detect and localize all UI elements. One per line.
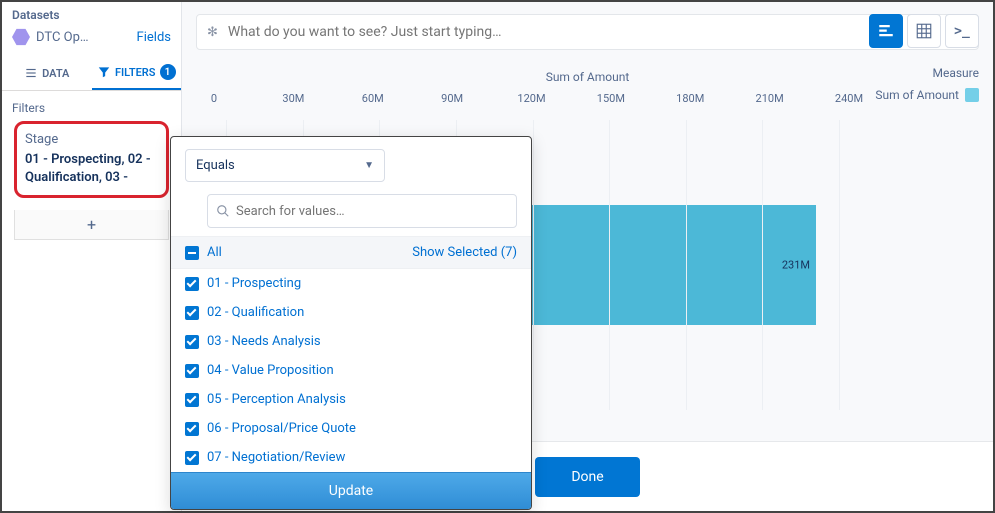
dataset-row[interactable]: DTC Op… Fields bbox=[2, 24, 181, 56]
option-label: 04 - Value Proposition bbox=[207, 363, 334, 378]
bar-chart-icon bbox=[877, 22, 895, 40]
checkbox-checked-icon bbox=[185, 306, 199, 320]
done-button[interactable]: Done bbox=[535, 457, 639, 497]
option-row[interactable]: 05 - Perception Analysis bbox=[171, 385, 531, 414]
axis-tick: 90M bbox=[441, 92, 463, 105]
partial-check-icon bbox=[185, 246, 199, 260]
add-filter-button[interactable]: + bbox=[14, 210, 169, 240]
option-row[interactable]: 06 - Proposal/Price Quote bbox=[171, 414, 531, 443]
filter-popover: Equals ▼ All Show Selected (7) 01 - Pros… bbox=[170, 136, 532, 510]
option-label: 05 - Perception Analysis bbox=[207, 392, 346, 407]
axis-tick: 120M bbox=[517, 92, 545, 105]
filter-count-badge: 1 bbox=[160, 64, 176, 80]
query-input[interactable] bbox=[228, 24, 936, 40]
gridline bbox=[533, 120, 534, 410]
popover-caret bbox=[170, 203, 171, 219]
operator-select[interactable]: Equals ▼ bbox=[185, 149, 385, 182]
chart-toolbar: >_ bbox=[869, 14, 979, 48]
datasets-heading: Datasets bbox=[2, 2, 181, 24]
update-button[interactable]: Update bbox=[171, 472, 531, 509]
checkbox-checked-icon bbox=[185, 335, 199, 349]
option-row[interactable]: 02 - Qualification bbox=[171, 298, 531, 327]
select-all-row[interactable]: All Show Selected (7) bbox=[171, 236, 531, 269]
show-selected-link[interactable]: Show Selected (7) bbox=[412, 245, 517, 260]
axis-tick: 0 bbox=[211, 92, 217, 105]
prompt-icon: >_ bbox=[954, 24, 970, 39]
option-row[interactable]: 04 - Value Proposition bbox=[171, 356, 531, 385]
operator-value: Equals bbox=[196, 158, 235, 173]
table-icon bbox=[915, 22, 933, 40]
left-panel: Datasets DTC Op… Fields DATA FILTERS 1 F… bbox=[2, 2, 182, 511]
all-label: All bbox=[207, 245, 222, 260]
checkbox-checked-icon bbox=[185, 393, 199, 407]
checkbox-checked-icon bbox=[185, 364, 199, 378]
filter-values: 01 - Prospecting, 02 - Qualification, 03… bbox=[25, 151, 158, 187]
bar-value-label: 231M bbox=[782, 259, 810, 272]
option-label: 02 - Qualification bbox=[207, 305, 304, 320]
axis-tick: 180M bbox=[676, 92, 704, 105]
options-list: 01 - Prospecting 02 - Qualification 03 - N… bbox=[171, 269, 531, 472]
query-bar: ✻ bbox=[196, 14, 979, 50]
tab-filters-label: FILTERS bbox=[115, 66, 156, 79]
x-axis: 030M60M90M120M150M180M210M240M bbox=[214, 92, 849, 112]
option-row[interactable]: 03 - Needs Analysis bbox=[171, 327, 531, 356]
option-row[interactable]: 01 - Prospecting bbox=[171, 269, 531, 298]
axis-tick: 60M bbox=[362, 92, 384, 105]
fields-link[interactable]: Fields bbox=[137, 30, 171, 45]
gridline bbox=[686, 120, 687, 410]
filter-card-stage[interactable]: Stage 01 - Prospecting, 02 - Qualificati… bbox=[14, 121, 169, 198]
gridline bbox=[609, 120, 610, 410]
bar-chart-button[interactable] bbox=[869, 14, 903, 48]
axis-tick: 210M bbox=[756, 92, 784, 105]
checkbox-checked-icon bbox=[185, 422, 199, 436]
spark-icon: ✻ bbox=[207, 25, 218, 40]
chevron-down-icon: ▼ bbox=[364, 160, 374, 171]
option-row[interactable]: 07 - Negotiation/Review bbox=[171, 443, 531, 472]
value-search-input[interactable] bbox=[230, 204, 508, 219]
option-label: 07 - Negotiation/Review bbox=[207, 450, 345, 465]
tab-filters[interactable]: FILTERS 1 bbox=[92, 56, 182, 90]
tab-data-label: DATA bbox=[42, 67, 69, 80]
list-icon bbox=[24, 66, 38, 80]
chart-title: Sum of Amount bbox=[196, 70, 979, 84]
value-search-wrap bbox=[207, 194, 517, 228]
search-icon bbox=[216, 204, 230, 218]
option-label: 03 - Needs Analysis bbox=[207, 334, 321, 349]
filter-icon bbox=[97, 65, 111, 79]
filter-title: Stage bbox=[25, 132, 158, 147]
option-label: 06 - Proposal/Price Quote bbox=[207, 421, 356, 436]
dataset-name: DTC Op… bbox=[36, 30, 131, 45]
saql-mode-button[interactable]: >_ bbox=[945, 14, 979, 48]
option-label: 01 - Prospecting bbox=[207, 276, 301, 291]
axis-tick: 150M bbox=[597, 92, 625, 105]
filters-heading: Filters bbox=[2, 91, 181, 121]
axis-tick: 240M bbox=[835, 92, 863, 105]
checkbox-checked-icon bbox=[185, 277, 199, 291]
axis-tick: 30M bbox=[282, 92, 304, 105]
gridline bbox=[839, 120, 840, 410]
table-mode-button[interactable] bbox=[907, 14, 941, 48]
dataset-icon bbox=[12, 28, 30, 46]
left-tabs: DATA FILTERS 1 bbox=[2, 56, 181, 91]
checkbox-checked-icon bbox=[185, 451, 199, 465]
gridline bbox=[762, 120, 763, 410]
tab-data[interactable]: DATA bbox=[2, 56, 92, 90]
